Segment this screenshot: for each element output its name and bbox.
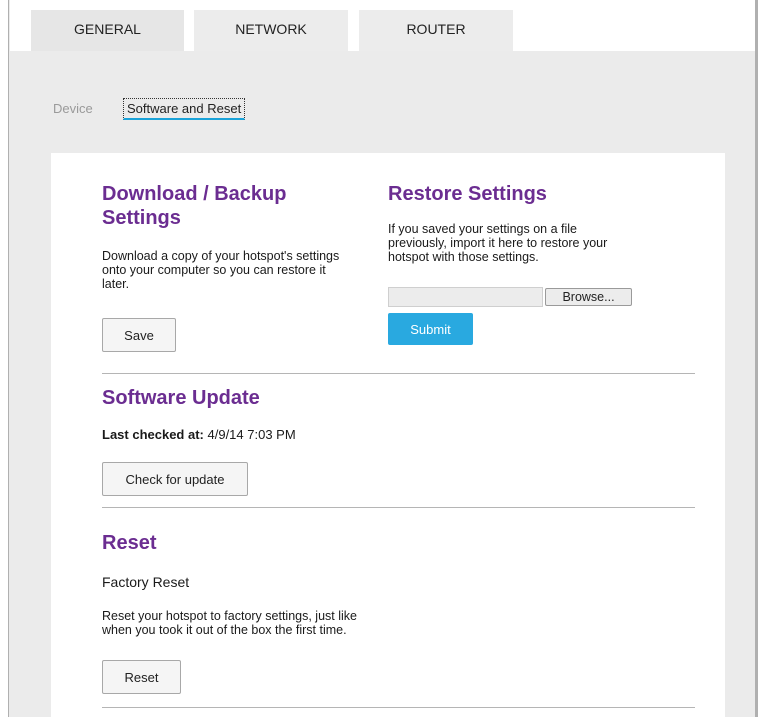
check-for-update-button[interactable]: Check for update xyxy=(102,462,248,496)
last-checked-value: 4/9/14 7:03 PM xyxy=(207,427,296,442)
browse-button[interactable]: Browse... xyxy=(545,288,632,306)
restore-description: If you saved your settings on a file pre… xyxy=(388,222,668,264)
last-checked-label: Last checked at: xyxy=(102,427,204,442)
download-description-line: later. xyxy=(102,277,130,291)
reset-description: Reset your hotspot to factory settings, … xyxy=(102,609,402,637)
download-title-line1: Download / Backup xyxy=(102,183,287,205)
restore-settings-title: Restore Settings xyxy=(388,183,547,205)
download-title-line2: Settings xyxy=(102,207,181,229)
section-divider xyxy=(102,707,695,708)
last-checked: Last checked at: 4/9/14 7:03 PM xyxy=(102,428,296,442)
restore-file-input[interactable] xyxy=(388,287,543,307)
tab-network[interactable]: NETWORK xyxy=(194,10,348,51)
reset-title: Reset xyxy=(102,532,157,554)
factory-reset-subtitle: Factory Reset xyxy=(102,574,190,590)
restore-description-line: If you saved your settings on a file xyxy=(388,222,577,236)
reset-description-line: when you took it out of the box the firs… xyxy=(102,623,347,637)
section-divider xyxy=(102,373,695,374)
window-frame-left xyxy=(0,0,9,717)
tab-router[interactable]: ROUTER xyxy=(359,10,513,51)
section-divider xyxy=(102,507,695,508)
download-backup-title: Download / Backup Settings xyxy=(102,182,286,230)
reset-button[interactable]: Reset xyxy=(102,660,181,694)
download-description: Download a copy of your hotspot's settin… xyxy=(102,249,382,291)
save-button[interactable]: Save xyxy=(102,318,176,352)
restore-description-line: previously, import it here to restore yo… xyxy=(388,236,608,250)
subnav-software-and-reset[interactable]: Software and Reset xyxy=(123,98,246,120)
submit-button[interactable]: Submit xyxy=(388,313,473,345)
restore-description-line: hotspot with those settings. xyxy=(388,250,539,264)
tab-general[interactable]: GENERAL xyxy=(31,10,184,51)
subnav-device[interactable]: Device xyxy=(53,101,93,116)
tab-bar: GENERAL NETWORK ROUTER xyxy=(10,0,755,51)
download-description-line: Download a copy of your hotspot's settin… xyxy=(102,249,340,263)
download-description-line: onto your computer so you can restore it xyxy=(102,263,326,277)
software-update-title: Software Update xyxy=(102,387,260,409)
reset-description-line: Reset your hotspot to factory settings, … xyxy=(102,609,357,623)
